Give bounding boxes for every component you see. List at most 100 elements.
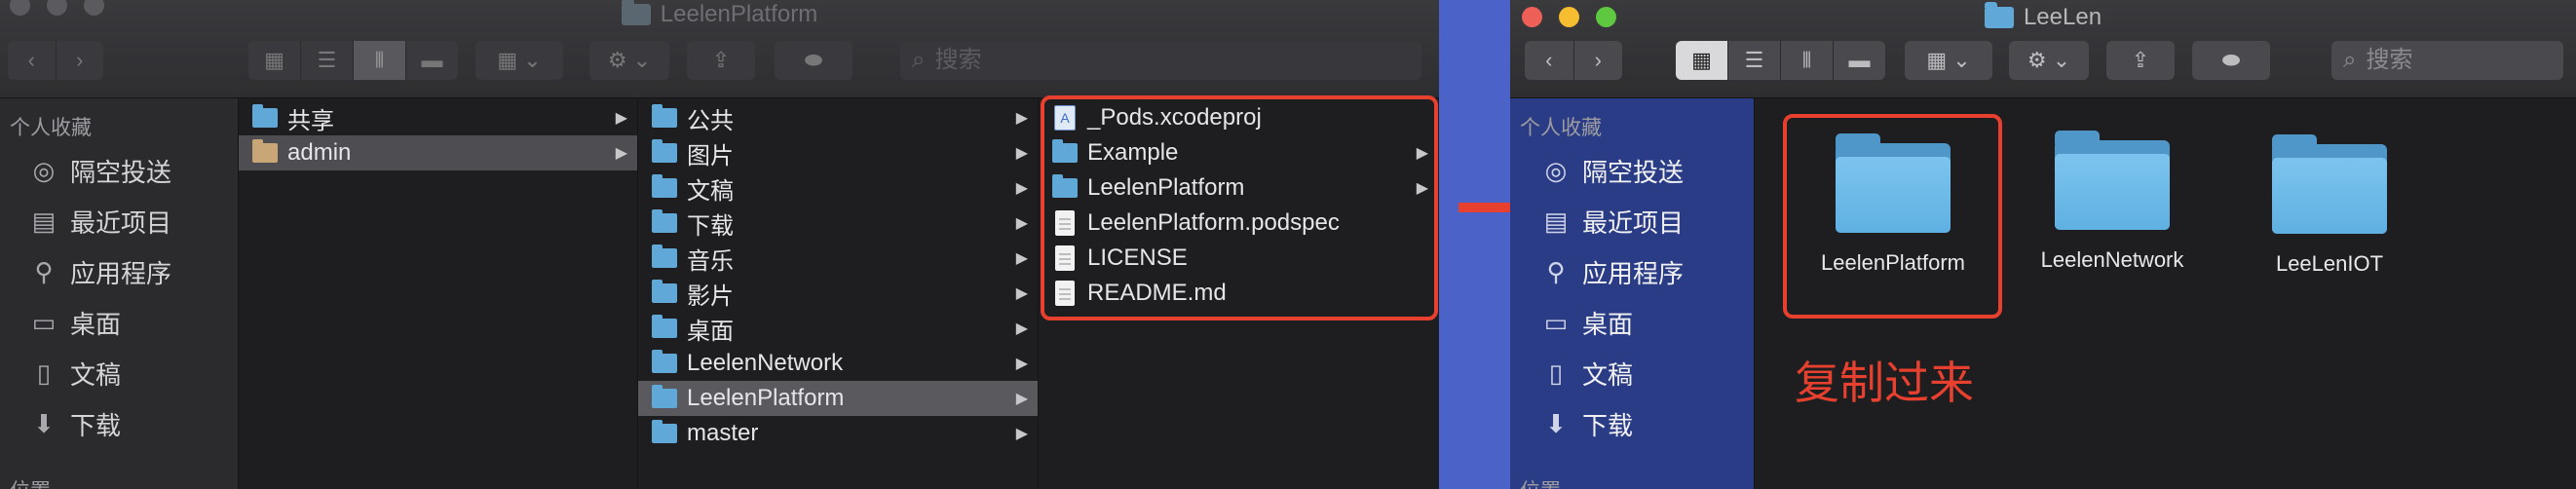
sidebar: 个人收藏 ◎ 隔空投送 ▤ 最近项目 ⚲ 应用程序 ▭ 桌面 ▯ 文稿 ⬇ 下载… xyxy=(1510,98,1755,489)
search-icon: ⌕ xyxy=(2343,47,2357,73)
list-item[interactable]: LeelenPlatform ▶ xyxy=(638,381,1038,416)
list-item[interactable]: master ▶ xyxy=(638,416,1038,451)
icon-view-button[interactable]: ▦ xyxy=(248,41,301,80)
chevron-right-icon: ▶ xyxy=(1015,356,1028,372)
group-button[interactable]: ▦ ⌄ xyxy=(1905,41,1992,80)
folder-item[interactable]: LeelenNetwork xyxy=(2020,119,2205,273)
sidebar-item-label: 文稿 xyxy=(1582,360,1634,390)
desktop-icon: ▭ xyxy=(1543,308,1569,337)
column-view-button[interactable]: ⫴ xyxy=(1781,41,1834,80)
recents-icon: ▤ xyxy=(1543,207,1569,236)
downloads-folder-icon xyxy=(652,209,677,233)
sidebar-item-label: 最近项目 xyxy=(1582,208,1685,238)
sidebar-item-applications[interactable]: ⚲ 应用程序 xyxy=(29,254,171,290)
sidebar-item-label: 隔空投送 xyxy=(70,158,172,187)
view-mode-switcher: ▦ ☰ ⫴ ▬ xyxy=(1676,41,1885,80)
list-item[interactable]: 桌面 ▶ xyxy=(638,311,1038,346)
sidebar-item-downloads[interactable]: ⬇ 下载 xyxy=(29,406,121,442)
folder-icon xyxy=(652,350,677,373)
sidebar-item-label: 文稿 xyxy=(70,360,122,390)
action-button[interactable]: ⚙ ⌄ xyxy=(589,41,669,80)
list-item[interactable]: 图片 ▶ xyxy=(638,135,1038,170)
forward-button[interactable]: › xyxy=(1574,41,1623,80)
list-view-button[interactable]: ☰ xyxy=(301,41,354,80)
list-item[interactable]: 公共 ▶ xyxy=(638,100,1038,135)
icon-view-button[interactable]: ▦ xyxy=(1676,41,1728,80)
list-item[interactable]: 影片 ▶ xyxy=(638,276,1038,311)
share-button[interactable]: ⇪ xyxy=(687,41,755,80)
home-folder-icon xyxy=(252,139,278,163)
chevron-right-icon: ▶ xyxy=(1015,391,1028,407)
list-item[interactable]: 文稿 ▶ xyxy=(638,170,1038,206)
browser-column-2: 公共 ▶ 图片 ▶ 文稿 ▶ 下载 ▶ 音乐 ▶ 影片 ▶ 桌面 ▶ LeelenNetwor… xyxy=(638,98,1039,489)
item-label: 共享 xyxy=(287,107,334,134)
column-view-button[interactable]: ⫴ xyxy=(354,41,406,80)
documents-icon: ▯ xyxy=(36,358,52,388)
search-field: ⌕ xyxy=(2331,41,2563,80)
view-mode-switcher: ▦ ☰ ⫴ ▬ xyxy=(248,41,458,80)
list-view-button[interactable]: ☰ xyxy=(1728,41,1781,80)
sidebar-item-documents[interactable]: ▯ 文稿 xyxy=(1541,356,1633,392)
sidebar-item-airdrop[interactable]: ◎ 隔空投送 xyxy=(29,153,171,189)
recents-icon: ▤ xyxy=(31,207,57,236)
folder-item[interactable]: LeeLenIOT xyxy=(2237,123,2422,277)
back-button[interactable]: ‹ xyxy=(1525,41,1574,80)
gallery-view-button[interactable]: ▬ xyxy=(1834,41,1885,80)
search-input[interactable] xyxy=(932,46,1113,75)
chevron-right-icon: ▶ xyxy=(615,110,627,127)
folder-icon xyxy=(1984,2,2014,28)
item-label: LeelenNetwork xyxy=(687,350,844,376)
sidebar-item-documents[interactable]: ▯ 文稿 xyxy=(29,356,121,392)
tag-button[interactable]: ⬬ xyxy=(2192,41,2270,80)
item-label: 文稿 xyxy=(687,177,734,205)
sidebar-item-applications[interactable]: ⚲ 应用程序 xyxy=(1541,254,1684,290)
folder-icon xyxy=(652,385,677,408)
list-item[interactable]: admin ▶ xyxy=(239,135,637,170)
applications-icon: ⚲ xyxy=(34,257,54,286)
documents-folder-icon xyxy=(652,174,677,198)
list-item[interactable]: 音乐 ▶ xyxy=(638,241,1038,276)
locations-header: 位置 xyxy=(1520,475,1561,489)
sidebar-item-downloads[interactable]: ⬇ 下载 xyxy=(1541,406,1633,442)
finder-window-source: LeelenPlatform ‹ › ▦ ☰ ⫴ ▬ ▦ ⌄ ⚙ ⌄ ⇪ ⬬ ⌕… xyxy=(0,0,1439,489)
sidebar-item-desktop[interactable]: ▭ 桌面 xyxy=(29,305,121,341)
chevron-right-icon: ▶ xyxy=(1015,110,1028,127)
search-input[interactable] xyxy=(2364,46,2544,75)
back-button[interactable]: ‹ xyxy=(8,41,57,80)
item-label: 音乐 xyxy=(687,247,734,275)
sidebar-item-desktop[interactable]: ▭ 桌面 xyxy=(1541,305,1633,341)
folder-icon xyxy=(2055,131,2170,230)
item-label: master xyxy=(687,420,759,446)
item-label: 公共 xyxy=(687,107,734,134)
movies-folder-icon xyxy=(652,280,677,303)
sidebar-item-recents[interactable]: ▤ 最近项目 xyxy=(29,204,171,240)
action-button[interactable]: ⚙ ⌄ xyxy=(2009,41,2089,80)
sidebar-item-label: 最近项目 xyxy=(70,208,172,238)
sidebar-item-recents[interactable]: ▤ 最近项目 xyxy=(1541,204,1684,240)
tag-button[interactable]: ⬬ xyxy=(775,41,852,80)
forward-button[interactable]: › xyxy=(57,41,104,80)
applications-icon: ⚲ xyxy=(1546,257,1566,286)
list-item[interactable]: 下载 ▶ xyxy=(638,206,1038,241)
group-button[interactable]: ▦ ⌄ xyxy=(475,41,563,80)
desktop-icon: ▭ xyxy=(31,308,57,337)
window-title: LeelenPlatform xyxy=(0,0,1439,29)
sidebar-item-label: 应用程序 xyxy=(70,259,172,288)
list-item[interactable]: LeelenNetwork ▶ xyxy=(638,346,1038,381)
nav-buttons: ‹ › xyxy=(8,41,103,80)
locations-header: 位置 xyxy=(10,475,51,489)
list-item[interactable]: 共享 ▶ xyxy=(239,100,637,135)
chevron-right-icon: ▶ xyxy=(1015,145,1028,162)
share-button[interactable]: ⇪ xyxy=(2106,41,2175,80)
browser-column-1: 共享 ▶ admin ▶ xyxy=(239,98,638,489)
sidebar: 个人收藏 ◎ 隔空投送 ▤ 最近项目 ⚲ 应用程序 ▭ 桌面 ▯ 文稿 ⬇ 下载… xyxy=(0,98,239,489)
sidebar-item-label: 下载 xyxy=(1582,411,1634,440)
gallery-view-button[interactable]: ▬ xyxy=(406,41,458,80)
search-field: ⌕ xyxy=(900,41,1421,80)
sidebar-item-label: 隔空投送 xyxy=(1582,158,1685,187)
item-label: LeelenPlatform xyxy=(687,385,845,411)
chevron-right-icon: ▶ xyxy=(615,145,627,162)
sidebar-item-airdrop[interactable]: ◎ 隔空投送 xyxy=(1541,153,1684,189)
item-label: 桌面 xyxy=(687,318,734,345)
item-label: 影片 xyxy=(687,282,734,310)
